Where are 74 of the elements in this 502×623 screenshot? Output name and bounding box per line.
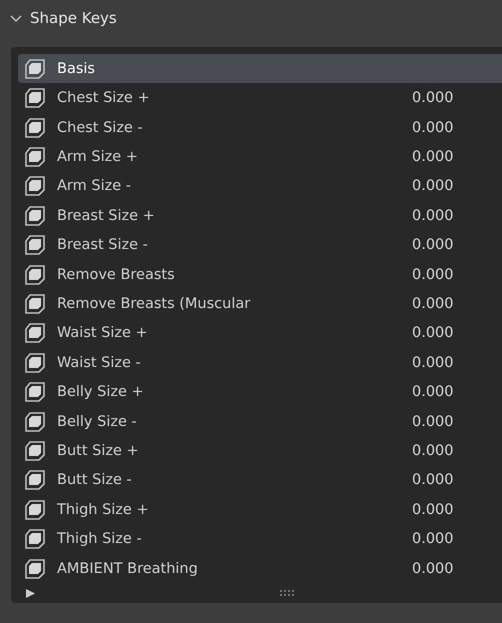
shape-key-name: Arm Size + xyxy=(57,148,139,165)
shape-key-row[interactable]: Breast Size - 0.000 xyxy=(18,230,502,260)
shape-key-value[interactable]: 0.000 xyxy=(412,120,454,136)
shape-key-value[interactable]: 0.000 xyxy=(412,148,454,165)
shape-key-icon xyxy=(24,204,46,227)
shape-key-row[interactable]: Breast Size + 0.000 xyxy=(18,201,502,230)
shape-key-row[interactable]: Thigh Size + 0.000 xyxy=(18,495,502,524)
resize-grip-icon[interactable] xyxy=(280,590,296,596)
shape-key-row[interactable]: Arm Size - 0.000 xyxy=(18,172,502,202)
shape-key-icon xyxy=(24,322,46,344)
shape-key-value[interactable]: 0.000 xyxy=(412,296,454,312)
shape-key-name: Breast Size + xyxy=(57,208,156,224)
shape-key-value[interactable]: 0.000 xyxy=(412,266,454,283)
shape-key-name: Butt Size - xyxy=(57,472,133,488)
shape-key-icon xyxy=(24,116,46,139)
shape-key-icon xyxy=(24,381,46,404)
shape-key-row[interactable]: Arm Size + 0.000 xyxy=(18,142,502,172)
shape-key-value[interactable]: 0.000 xyxy=(412,442,454,459)
shape-key-name: Waist Size + xyxy=(57,325,149,342)
shape-key-icon xyxy=(24,440,46,462)
shape-key-icon xyxy=(24,469,46,492)
shape-key-value[interactable]: 0.000 xyxy=(412,178,454,194)
shape-key-value[interactable]: 0.000 xyxy=(412,472,454,488)
shape-key-value[interactable]: 0.000 xyxy=(412,384,454,400)
shape-key-row[interactable]: Belly Size + 0.000 xyxy=(18,377,502,407)
shape-key-name: Chest Size - xyxy=(57,120,144,136)
shape-key-icon xyxy=(24,410,46,433)
shape-key-icon xyxy=(24,292,46,315)
shape-key-value[interactable]: 0.000 xyxy=(412,414,454,430)
shape-key-name: Basis xyxy=(57,60,96,77)
shape-key-name: Belly Size + xyxy=(57,384,145,400)
shape-key-name: Breast Size - xyxy=(57,237,149,254)
shape-key-icon xyxy=(24,528,46,550)
shape-key-name: Thigh Size + xyxy=(57,502,150,518)
shape-key-icon xyxy=(24,175,46,198)
shape-key-row[interactable]: Chest Size - 0.000 xyxy=(18,112,502,142)
shape-key-value[interactable]: 0.000 xyxy=(412,237,454,254)
shape-key-icon xyxy=(24,498,46,521)
shape-key-row[interactable]: Waist Size - 0.000 xyxy=(18,348,502,378)
shape-key-row[interactable]: Butt Size + 0.000 xyxy=(18,436,502,466)
panel-title: Shape Keys xyxy=(30,9,117,27)
shape-key-name: Belly Size - xyxy=(57,414,138,430)
shape-key-icon xyxy=(24,558,46,580)
shape-key-icon xyxy=(24,87,46,110)
shape-key-value[interactable]: 0.000 xyxy=(412,90,454,106)
shape-key-icon xyxy=(24,146,46,168)
shape-key-name: Arm Size - xyxy=(57,178,132,194)
shape-key-row[interactable]: Waist Size + 0.000 xyxy=(18,318,502,348)
shape-key-icon xyxy=(24,234,46,256)
shape-key-name: Waist Size - xyxy=(57,354,142,371)
shape-key-value[interactable]: 0.000 xyxy=(412,531,454,548)
shape-key-icon xyxy=(24,58,46,80)
shape-key-row[interactable]: Thigh Size - 0.000 xyxy=(18,524,502,554)
shape-key-name: Remove Breasts (Muscular xyxy=(57,296,252,312)
shape-key-row[interactable]: Belly Size - 0.000 xyxy=(18,406,502,436)
expand-icon[interactable] xyxy=(26,588,35,598)
shape-key-value[interactable]: 0.000 xyxy=(412,325,454,342)
shape-key-value[interactable]: 0.000 xyxy=(412,208,454,224)
shape-key-name: AMBIENT Breathing xyxy=(57,560,199,577)
shape-key-value[interactable]: 0.000 xyxy=(412,502,454,518)
shape-key-row[interactable]: Basis xyxy=(18,54,502,84)
shape-key-row[interactable]: Remove Breasts (Muscular 0.000 xyxy=(18,289,502,319)
shape-key-row[interactable]: Remove Breasts 0.000 xyxy=(18,260,502,290)
shape-key-value[interactable]: 0.000 xyxy=(412,354,454,371)
shape-key-icon xyxy=(24,352,46,374)
shape-key-name: Thigh Size - xyxy=(57,531,143,548)
shape-key-value[interactable]: 0.000 xyxy=(412,560,454,577)
shape-key-row[interactable]: AMBIENT Breathing 0.000 xyxy=(18,554,502,584)
shape-key-name: Chest Size + xyxy=(57,90,151,106)
shape-key-icon xyxy=(24,264,46,286)
shape-key-name: Remove Breasts xyxy=(57,266,176,283)
shape-key-row[interactable]: Chest Size + 0.000 xyxy=(18,83,502,113)
shape-key-row[interactable]: Butt Size - 0.000 xyxy=(18,466,502,496)
shape-key-name: Butt Size + xyxy=(57,442,140,459)
